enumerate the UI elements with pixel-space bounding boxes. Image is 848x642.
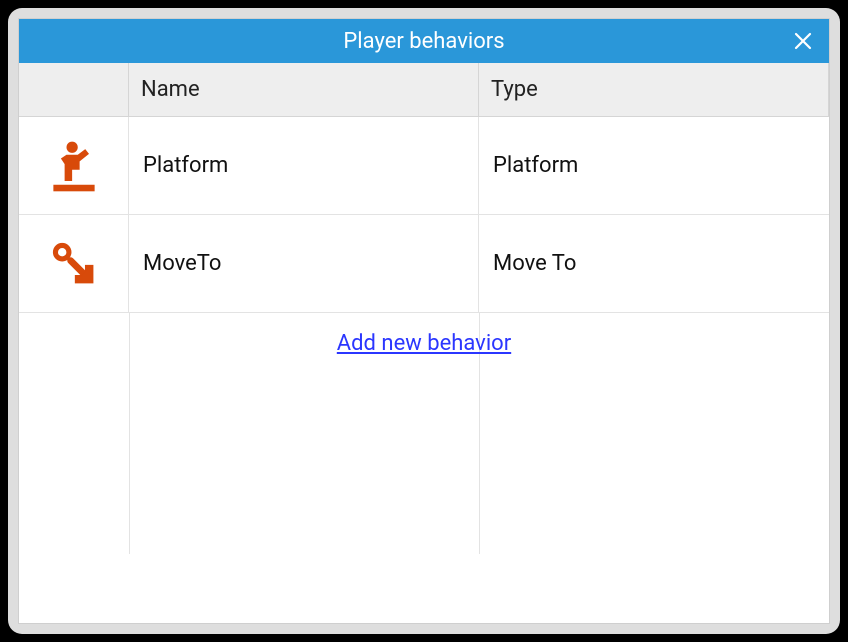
moveto-icon <box>47 237 101 291</box>
behaviors-table: Name Type Platform Platform <box>19 63 829 623</box>
close-icon <box>793 31 813 51</box>
dialog-inner: Player behaviors Name Type Platform <box>18 18 830 624</box>
add-row: Add new behavior <box>19 313 829 374</box>
table-cell-type[interactable]: Platform <box>479 117 829 215</box>
dialog-window: Player behaviors Name Type Platform <box>8 8 840 634</box>
column-header-icon[interactable] <box>19 63 129 117</box>
column-header-type[interactable]: Type <box>479 63 829 117</box>
table-cell-type[interactable]: Move To <box>479 215 829 313</box>
table-empty-area <box>19 374 829 554</box>
column-header-name[interactable]: Name <box>129 63 479 117</box>
table-row-icon[interactable] <box>19 215 129 313</box>
titlebar: Player behaviors <box>19 19 829 63</box>
table-cell-name[interactable]: MoveTo <box>129 215 479 313</box>
add-new-behavior-link[interactable]: Add new behavior <box>337 331 511 356</box>
table-cell-name[interactable]: Platform <box>129 117 479 215</box>
dialog-title: Player behaviors <box>343 29 504 54</box>
platformer-icon <box>44 136 104 196</box>
close-button[interactable] <box>789 27 817 55</box>
table-row-icon[interactable] <box>19 117 129 215</box>
